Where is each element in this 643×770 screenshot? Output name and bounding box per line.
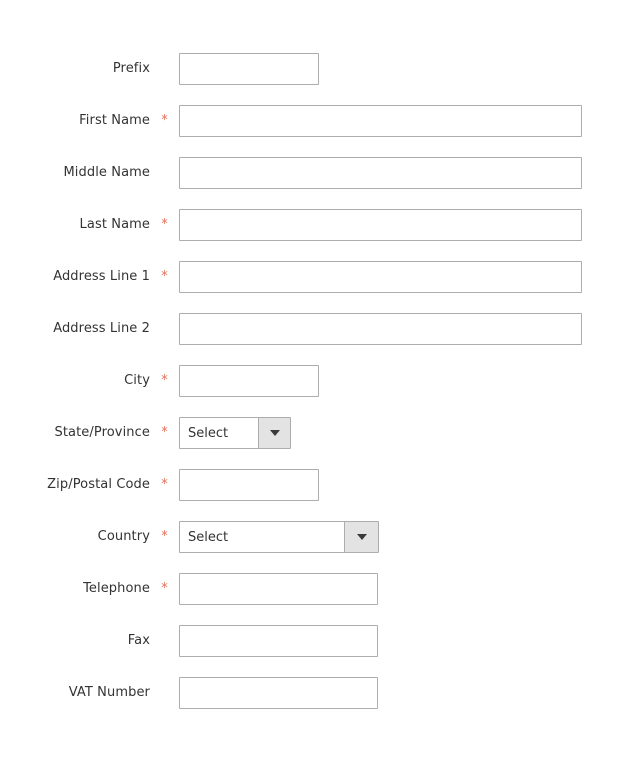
required-indicator-address-line-1: *	[150, 261, 179, 294]
label-zip-postal-code: Zip/Postal Code	[47, 477, 150, 492]
select-state-province[interactable]: Select	[179, 417, 291, 449]
control-zip-postal-code	[179, 469, 643, 501]
field-row-zip-postal-code: Zip/Postal Code *	[0, 469, 643, 521]
required-indicator-city: *	[150, 365, 179, 398]
asterisk-icon: *	[161, 373, 168, 388]
field-row-address-line-1: Address Line 1 *	[0, 261, 643, 313]
label-middle-name: Middle Name	[63, 165, 150, 180]
label-telephone: Telephone	[83, 581, 150, 596]
chevron-down-glyph	[269, 430, 280, 436]
control-address-line-2	[179, 313, 643, 345]
input-address-line-1[interactable]	[179, 261, 582, 293]
control-country: Select	[179, 521, 643, 553]
asterisk-icon: *	[161, 477, 168, 492]
field-row-prefix: Prefix	[0, 53, 643, 105]
input-first-name[interactable]	[179, 105, 582, 137]
input-address-line-2[interactable]	[179, 313, 582, 345]
label-prefix: Prefix	[112, 61, 150, 76]
label-city: City	[124, 373, 150, 388]
control-first-name	[179, 105, 643, 137]
chevron-down-icon[interactable]	[258, 418, 290, 448]
required-indicator-country: *	[150, 521, 179, 554]
asterisk-icon: *	[161, 529, 168, 544]
field-row-state-province: State/Province * Select	[0, 417, 643, 469]
label-country: Country	[97, 529, 150, 544]
select-value-state-province: Select	[180, 418, 258, 448]
label-first-name: First Name	[79, 113, 150, 128]
control-last-name	[179, 209, 643, 241]
required-indicator-first-name: *	[150, 105, 179, 138]
asterisk-icon: *	[161, 425, 168, 440]
input-fax[interactable]	[179, 625, 378, 657]
control-telephone	[179, 573, 643, 605]
field-row-address-line-2: Address Line 2	[0, 313, 643, 365]
input-prefix[interactable]	[179, 53, 319, 85]
field-row-vat-number: VAT Number	[0, 677, 643, 729]
field-row-fax: Fax	[0, 625, 643, 677]
required-indicator-last-name: *	[150, 209, 179, 242]
asterisk-icon: *	[161, 113, 168, 128]
asterisk-icon: *	[161, 581, 168, 596]
asterisk-icon: *	[161, 217, 168, 232]
control-state-province: Select	[179, 417, 643, 449]
input-vat-number[interactable]	[179, 677, 378, 709]
input-telephone[interactable]	[179, 573, 378, 605]
address-form: Prefix First Name * Middle Name Last Name * Ad…	[0, 0, 643, 770]
field-row-middle-name: Middle Name	[0, 157, 643, 209]
chevron-down-glyph	[356, 534, 367, 540]
select-country[interactable]: Select	[179, 521, 379, 553]
input-zip-postal-code[interactable]	[179, 469, 319, 501]
field-row-country: Country * Select	[0, 521, 643, 573]
asterisk-icon: *	[161, 269, 168, 284]
label-last-name: Last Name	[79, 217, 150, 232]
label-vat-number: VAT Number	[68, 685, 150, 700]
required-indicator-zip-postal-code: *	[150, 469, 179, 502]
control-prefix	[179, 53, 643, 85]
field-row-city: City *	[0, 365, 643, 417]
control-city	[179, 365, 643, 397]
select-value-country: Select	[180, 522, 344, 552]
input-last-name[interactable]	[179, 209, 582, 241]
field-row-last-name: Last Name *	[0, 209, 643, 261]
label-address-line-2: Address Line 2	[53, 321, 150, 336]
input-middle-name[interactable]	[179, 157, 582, 189]
required-indicator-telephone: *	[150, 573, 179, 606]
control-address-line-1	[179, 261, 643, 293]
input-city[interactable]	[179, 365, 319, 397]
chevron-down-icon[interactable]	[344, 522, 378, 552]
control-fax	[179, 625, 643, 657]
required-indicator-state-province: *	[150, 417, 179, 450]
label-state-province: State/Province	[54, 425, 150, 440]
label-address-line-1: Address Line 1	[53, 269, 150, 284]
label-fax: Fax	[127, 633, 150, 648]
control-middle-name	[179, 157, 643, 189]
field-row-telephone: Telephone *	[0, 573, 643, 625]
control-vat-number	[179, 677, 643, 709]
field-row-first-name: First Name *	[0, 105, 643, 157]
